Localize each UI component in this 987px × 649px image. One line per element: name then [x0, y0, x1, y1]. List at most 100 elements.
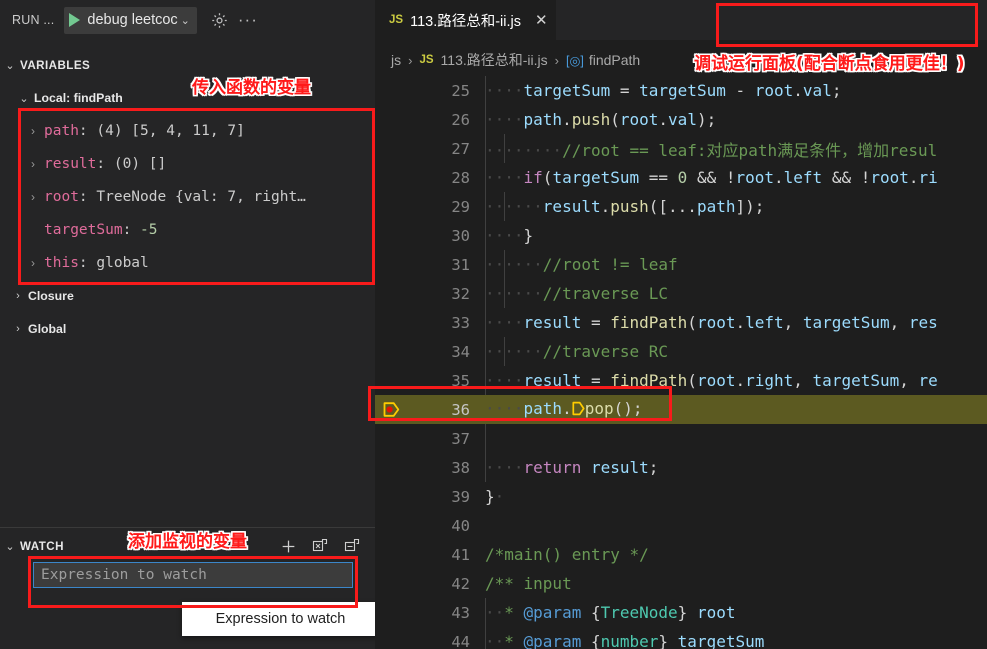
code-line[interactable]: 25 ····targetSum = targetSum - root.val; — [375, 76, 987, 105]
code-line[interactable]: 34 ······//traverse RC — [375, 337, 987, 366]
code-text: ······//root != leaf — [485, 255, 678, 274]
line-number: 40 — [451, 516, 470, 535]
line-number: 43 — [451, 603, 470, 622]
code-editor[interactable]: 25 ····targetSum = targetSum - root.val; 2… — [375, 76, 987, 649]
code-line[interactable]: 28 ····if(targetSum == 0 && !root.left &&… — [375, 163, 987, 192]
code-line[interactable]: 29 ······result.push([...path]); — [375, 192, 987, 221]
annotation-debug-toolbar: 调试运行面板(配合断点食用更佳！) — [694, 54, 965, 74]
line-number: 42 — [451, 574, 470, 593]
highlight-variables-panel — [18, 108, 375, 285]
line-number: 33 — [451, 313, 470, 332]
line-number: 30 — [451, 226, 470, 245]
variables-section-header[interactable]: ⌄ VARIABLES — [0, 54, 375, 76]
code-text: ····if(targetSum == 0 && !root.left && !… — [485, 168, 938, 187]
line-number: 28 — [451, 168, 470, 187]
variables-section-title: VARIABLES — [20, 58, 91, 72]
code-text: ····result = findPath(root.left, targetS… — [485, 313, 938, 332]
code-line[interactable]: 27 ········//root == leaf:对应path满足条件，增加re… — [375, 134, 987, 163]
launch-configuration-dropdown[interactable]: debug leetcoc ⌄ — [64, 6, 197, 34]
code-text: ········//root == leaf:对应path满足条件，增加resu… — [485, 140, 938, 160]
chevron-down-icon[interactable]: ⌄ — [0, 540, 20, 553]
code-line[interactable]: 37 — [375, 424, 987, 453]
code-text: /** input — [485, 574, 572, 593]
js-file-icon: JS — [419, 54, 434, 66]
annotation-watch: 添加监视的变量 — [128, 532, 247, 552]
code-text: ····} — [485, 226, 534, 245]
scope-row-closure[interactable]: › Closure — [0, 285, 383, 307]
tooltip-text: Expression to watch — [215, 611, 346, 627]
editor-tab[interactable]: JS 113.路径总和-ii.js ✕ — [375, 0, 556, 40]
collapse-all-icon[interactable] — [343, 537, 361, 555]
code-text: ······//traverse LC — [485, 284, 669, 303]
run-view-title: RUN ... — [12, 13, 55, 27]
code-line[interactable]: 41 /*main() entry */ — [375, 540, 987, 569]
line-number: 31 — [451, 255, 470, 274]
line-number: 37 — [451, 429, 470, 448]
vscode-window: RUN ... debug leetcoc ⌄ ··· ⌄ VARIABLES … — [0, 0, 987, 649]
editor-area: JS 113.路径总和-ii.js ✕ js › JS 113.路径总和-ii.… — [375, 0, 987, 649]
code-line[interactable]: 43 ··* @param {TreeNode} root — [375, 598, 987, 627]
line-number: 27 — [451, 139, 470, 158]
scope-row-global[interactable]: › Global — [0, 318, 383, 340]
breadcrumb-item-symbol[interactable]: findPath — [589, 52, 640, 68]
watch-section-title: WATCH — [20, 539, 64, 553]
code-text: ··* @param {number} targetSum — [485, 632, 765, 649]
code-text: ····targetSum = targetSum - root.val; — [485, 81, 842, 100]
breadcrumb-item-folder[interactable]: js — [391, 52, 401, 68]
code-text: }· — [485, 487, 505, 506]
code-line[interactable]: 33 ····result = findPath(root.left, targe… — [375, 308, 987, 337]
code-line[interactable]: 39 }· — [375, 482, 987, 511]
highlight-debug-toolbar — [716, 3, 978, 47]
chevron-right-icon[interactable]: › — [8, 323, 28, 335]
line-number: 32 — [451, 284, 470, 303]
debug-sidebar-header: RUN ... debug leetcoc ⌄ ··· — [0, 0, 375, 40]
code-line[interactable]: 26 ····path.push(root.val); — [375, 105, 987, 134]
line-number: 44 — [451, 632, 470, 649]
line-number: 39 — [451, 487, 470, 506]
start-debugging-play-icon[interactable] — [69, 13, 81, 27]
chevron-right-icon[interactable]: › — [8, 290, 28, 302]
chevron-right-icon: › — [554, 52, 559, 68]
annotation-variables: 传入函数的变量 — [192, 78, 311, 98]
code-line[interactable]: 40 — [375, 511, 987, 540]
code-text: ····return result; — [485, 458, 659, 477]
breadcrumb-item-file[interactable]: 113.路径总和-ii.js — [441, 50, 548, 70]
close-icon[interactable]: ✕ — [535, 13, 548, 28]
highlight-current-line — [368, 386, 672, 421]
code-line[interactable]: 44 ··* @param {number} targetSum — [375, 627, 987, 649]
editor-tab-label: 113.路径总和-ii.js — [410, 13, 521, 30]
chevron-down-icon[interactable]: ⌄ — [0, 59, 20, 72]
launch-configuration-name: debug leetcoc — [87, 12, 178, 28]
more-actions-icon[interactable]: ··· — [237, 9, 259, 31]
chevron-down-icon[interactable]: ⌄ — [181, 14, 190, 27]
gear-icon[interactable] — [209, 9, 231, 31]
add-expression-icon[interactable] — [279, 537, 297, 555]
code-line[interactable]: 32 ······//traverse LC — [375, 279, 987, 308]
line-number: 29 — [451, 197, 470, 216]
symbol-method-icon: [◎] — [565, 53, 584, 68]
code-text: ····path.push(root.val); — [485, 110, 717, 129]
code-line[interactable]: 38 ····return result; — [375, 453, 987, 482]
line-number: 34 — [451, 342, 470, 361]
scope-label: Global — [28, 322, 67, 336]
scope-label: Closure — [28, 289, 74, 303]
line-number: 41 — [451, 545, 470, 564]
code-line[interactable]: 30 ····} — [375, 221, 987, 250]
code-text: /*main() entry */ — [485, 545, 649, 564]
line-number: 25 — [451, 81, 470, 100]
highlight-watch-input — [28, 556, 358, 608]
scope-label: Local: findPath — [34, 91, 123, 105]
indent-guide — [485, 424, 486, 453]
code-text: ······result.push([...path]); — [485, 197, 765, 216]
code-text: ··* @param {TreeNode} root — [485, 603, 736, 622]
code-line[interactable]: 42 /** input — [375, 569, 987, 598]
chevron-right-icon: › — [408, 52, 413, 68]
watch-toolbar — [279, 534, 361, 558]
code-line[interactable]: 31 ······//root != leaf — [375, 250, 987, 279]
remove-all-expressions-icon[interactable] — [311, 537, 329, 555]
line-number: 26 — [451, 110, 470, 129]
line-number: 38 — [451, 458, 470, 477]
code-text: ······//traverse RC — [485, 342, 669, 361]
js-file-icon: JS — [389, 14, 404, 26]
chevron-down-icon[interactable]: ⌄ — [14, 92, 34, 105]
